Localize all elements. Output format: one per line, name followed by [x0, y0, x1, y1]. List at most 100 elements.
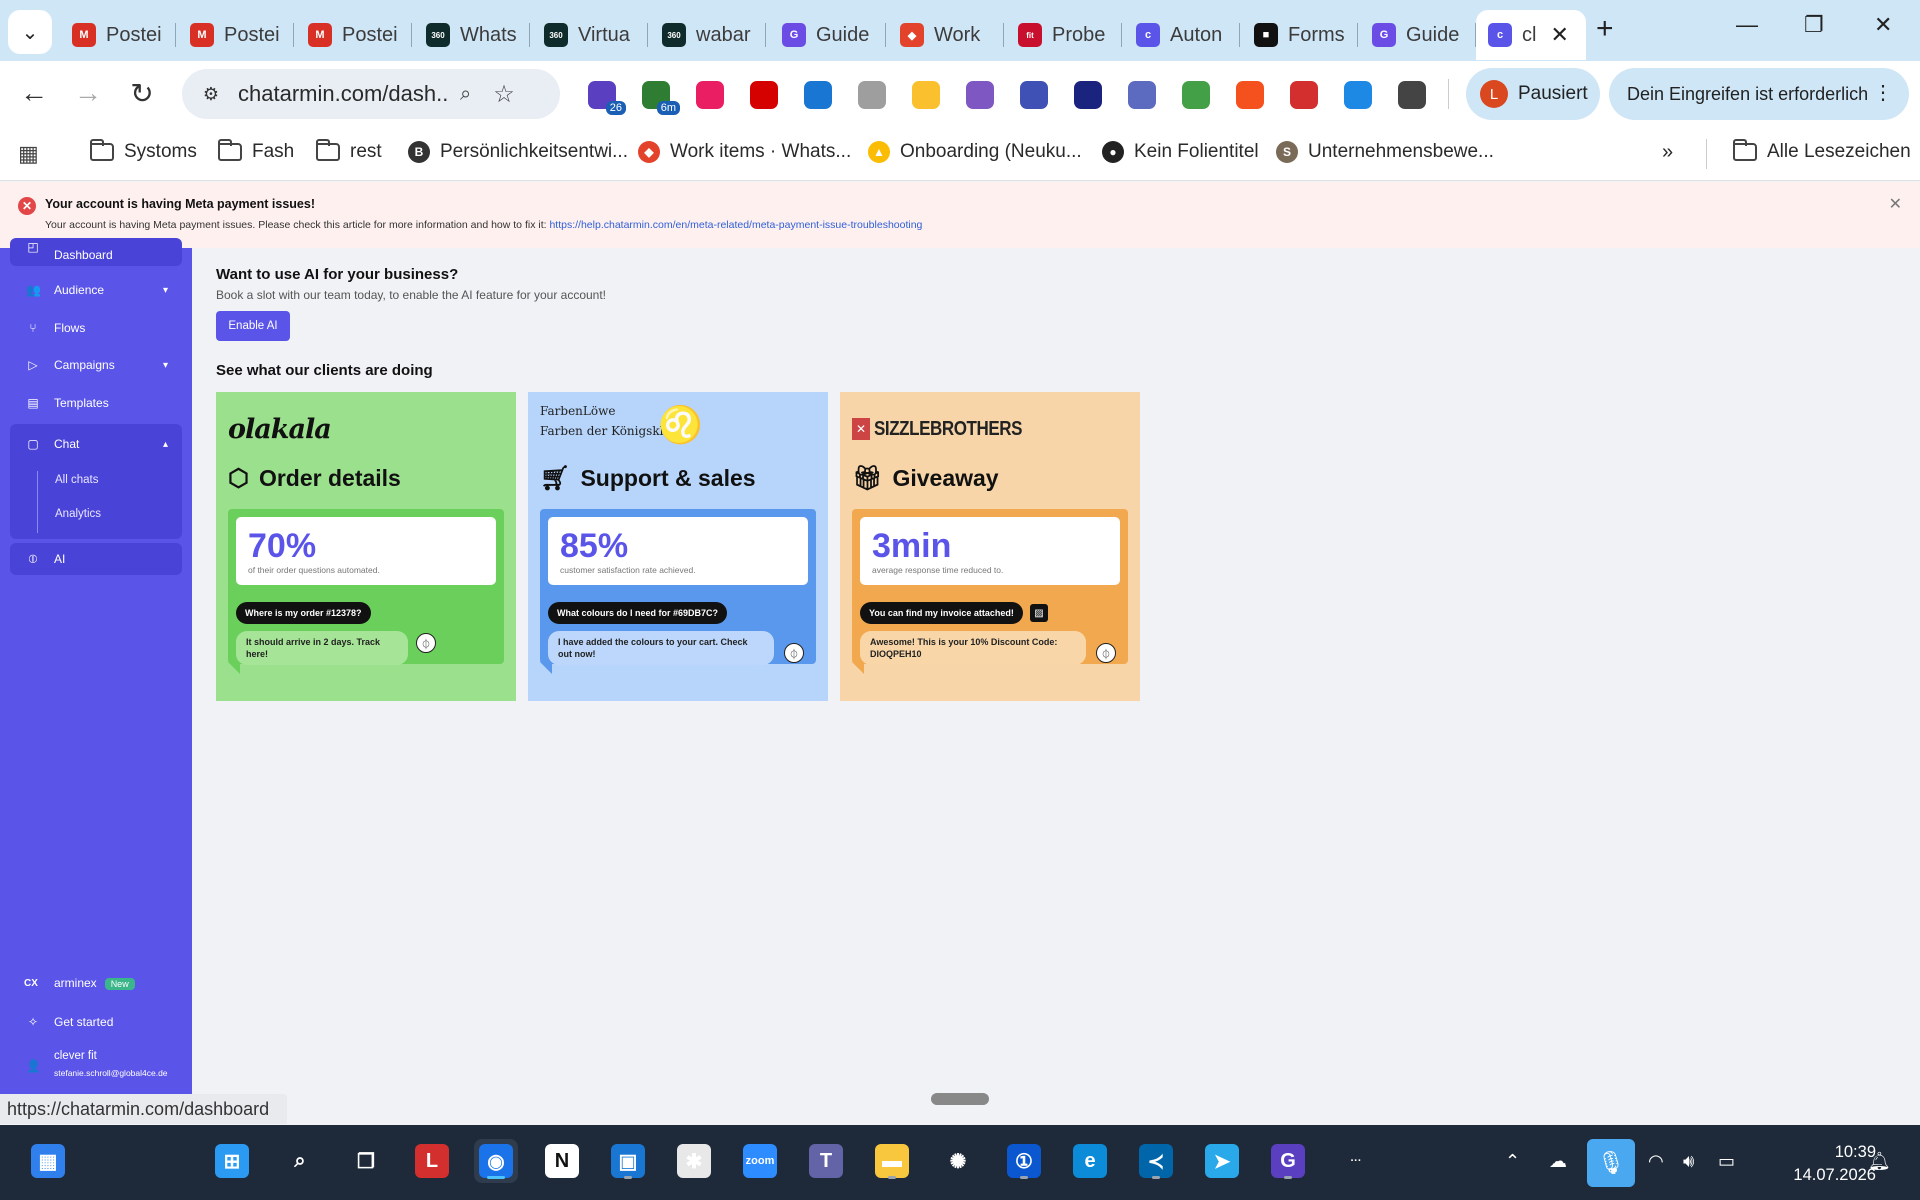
action-required-button[interactable]: Dein Eingreifen ist erforderlich ⋮	[1609, 68, 1909, 120]
tab-virtua[interactable]: 360 Virtua	[532, 10, 648, 60]
bookmark-item[interactable]: S Unternehmensbewe...	[1276, 141, 1494, 163]
bookmark-star-icon[interactable]: ☆	[493, 80, 515, 109]
notion-icon[interactable]: N	[540, 1139, 584, 1183]
c-extension-icon[interactable]	[804, 81, 832, 109]
tab-guide[interactable]: G Guide	[1360, 10, 1476, 60]
tab-auton[interactable]: c Auton	[1124, 10, 1240, 60]
zoom-icon[interactable]: ⌕	[460, 83, 471, 106]
chatgpt-icon[interactable]: ✺	[936, 1139, 980, 1183]
fox-extension-icon[interactable]	[1236, 81, 1264, 109]
bookmark-item[interactable]: rest	[316, 139, 382, 163]
face-extension-icon[interactable]	[912, 81, 940, 109]
apps-grid-icon[interactable]: ▦	[18, 141, 39, 167]
chrome-icon[interactable]: ◉	[474, 1139, 518, 1183]
window-close-icon[interactable]: ✕	[1874, 12, 1892, 38]
menu-dots-icon[interactable]: ⋮	[1873, 80, 1893, 105]
snowflake-extension-icon[interactable]	[1344, 81, 1372, 109]
sidebar-item-audience[interactable]: 👥 Audience ▾	[10, 274, 182, 306]
grammarly-extension-icon[interactable]	[1290, 81, 1318, 109]
edge-icon[interactable]: e	[1068, 1139, 1112, 1183]
widgets-icon[interactable]: ▦	[26, 1139, 70, 1183]
puzzle-extension-icon[interactable]	[1398, 81, 1426, 109]
teams-icon[interactable]: T	[804, 1139, 848, 1183]
sidebar-user[interactable]: 👤 clever fit stefanie.schroll@global4ce.…	[10, 1046, 182, 1086]
new-tab-button[interactable]: +	[1596, 12, 1614, 46]
camera-extension-icon[interactable]	[858, 81, 886, 109]
bookmark-item[interactable]: ● Kein Folientitel	[1102, 141, 1259, 163]
alert-close-icon[interactable]: ✕	[1889, 194, 1902, 214]
vscode-icon[interactable]: ≺	[1134, 1139, 1178, 1183]
sidebar-item-analytics[interactable]: Analytics	[55, 508, 101, 520]
bookmark-item[interactable]: ◆ Work items · Whats...	[638, 141, 851, 163]
sidebar-item-ai[interactable]: ⦶ AI	[10, 543, 182, 575]
sidebar-item-chat[interactable]: ▢ Chat ▴	[10, 424, 182, 464]
sidebar-item-dashboard[interactable]: ◰ Dashboard	[10, 238, 182, 266]
sidebar-item-get-started[interactable]: ✧ Get started	[10, 1006, 182, 1038]
enable-ai-button[interactable]: Enable AI	[216, 311, 290, 341]
profile-button[interactable]: L Pausiert	[1466, 68, 1600, 120]
lastpass-icon[interactable]: L	[410, 1139, 454, 1183]
alert-help-link[interactable]: https://help.chatarmin.com/en/meta-relat…	[549, 219, 922, 231]
start-icon[interactable]: ⊞	[210, 1139, 254, 1183]
volume-icon[interactable]: 🔊︎	[1683, 1151, 1694, 1172]
task-view-icon[interactable]: ❐	[344, 1139, 388, 1183]
tab-probe[interactable]: fit Probe	[1006, 10, 1122, 60]
tab-postei[interactable]: M Postei	[296, 10, 412, 60]
tab-work[interactable]: ◆ Work	[888, 10, 1004, 60]
cloud-lock-extension-icon[interactable]	[1020, 81, 1048, 109]
onepassword-icon[interactable]: ①	[1002, 1139, 1046, 1183]
ring-extension-icon[interactable]	[966, 81, 994, 109]
bookmark-item[interactable]: ▲ Onboarding (Neuku...	[868, 141, 1082, 163]
more-apps-icon[interactable]: ···	[1334, 1139, 1378, 1183]
sidebar-item-flows[interactable]: ⑂ Flows	[10, 312, 182, 344]
tab-guide[interactable]: G Guide	[770, 10, 886, 60]
clock-extension-icon[interactable]	[1128, 81, 1156, 109]
sidebar-item-campaigns[interactable]: ▷ Campaigns ▾	[10, 349, 182, 381]
search-icon[interactable]: ⌕	[278, 1139, 322, 1183]
site-info-icon[interactable]: ⚙	[198, 81, 224, 107]
zoom-icon[interactable]: zoom	[738, 1139, 782, 1183]
home-extension-icon[interactable]: 26	[588, 81, 626, 115]
calendar-extension-icon[interactable]: 6m	[642, 81, 680, 115]
minimize-icon[interactable]: —	[1736, 12, 1758, 38]
gpt-ext-icon[interactable]: G	[1266, 1139, 1310, 1183]
sidebar-item-arminex[interactable]: CX arminex New	[10, 967, 182, 999]
wifi-icon[interactable]: ◠	[1648, 1151, 1664, 1172]
microphone-icon[interactable]: 🎙︎	[1587, 1139, 1635, 1187]
restore-icon[interactable]: ❐	[1804, 12, 1824, 38]
bookmark-item[interactable]: Systoms	[90, 139, 197, 163]
bookmark-item[interactable]: B Persönlichkeitsentwi...	[408, 141, 628, 163]
back-icon[interactable]: ←	[14, 77, 54, 109]
sidebar-item-templates[interactable]: ▤ Templates	[10, 387, 182, 419]
notifications-icon[interactable]: 🔔︎	[1868, 1151, 1891, 1172]
all-bookmarks[interactable]: Alle Lesezeichen	[1733, 139, 1911, 163]
reload-icon[interactable]: ↻	[122, 77, 162, 110]
chevron-up-icon[interactable]: ⌃	[1505, 1151, 1520, 1172]
tab-postei[interactable]: M Postei	[178, 10, 294, 60]
address-url[interactable]: chatarmin.com/dash...	[238, 81, 448, 107]
files-blue-icon[interactable]: ▣	[606, 1139, 650, 1183]
tab-whats[interactable]: 360 Whats	[414, 10, 530, 60]
eyedropper-extension-icon[interactable]	[750, 81, 778, 109]
battery-icon[interactable]: ▭	[1718, 1151, 1735, 1172]
password-extension-icon[interactable]	[1074, 81, 1102, 109]
more-bookmarks-icon[interactable]: »	[1662, 141, 1673, 164]
address-bar[interactable]: ⚙ chatarmin.com/dash... ⌕ ☆	[182, 69, 560, 119]
telegram-icon[interactable]: ➤	[1200, 1139, 1244, 1183]
frog-extension-icon[interactable]	[1182, 81, 1210, 109]
slack-icon[interactable]: ✱	[672, 1139, 716, 1183]
tab-search-chevron-icon[interactable]: ⌄	[8, 10, 52, 54]
tab-wabar[interactable]: 360 wabar	[650, 10, 766, 60]
tab-cl[interactable]: c cl ✕	[1476, 10, 1586, 60]
tab-postei[interactable]: M Postei	[60, 10, 176, 60]
forward-icon[interactable]: →	[68, 77, 108, 109]
figma-extension-icon[interactable]	[696, 81, 724, 109]
onedrive-icon[interactable]: ☁	[1549, 1151, 1567, 1172]
system-clock[interactable]: 10:39 14.07.2026	[1766, 1141, 1876, 1187]
explorer-icon[interactable]: ▬	[870, 1139, 914, 1183]
tab-forms[interactable]: ■ Forms	[1242, 10, 1358, 60]
drag-handle[interactable]	[931, 1093, 989, 1105]
bookmark-item[interactable]: Fash	[218, 139, 294, 163]
tab-close-icon[interactable]: ✕	[1550, 22, 1568, 48]
sidebar-item-all-chats[interactable]: All chats	[55, 474, 98, 486]
